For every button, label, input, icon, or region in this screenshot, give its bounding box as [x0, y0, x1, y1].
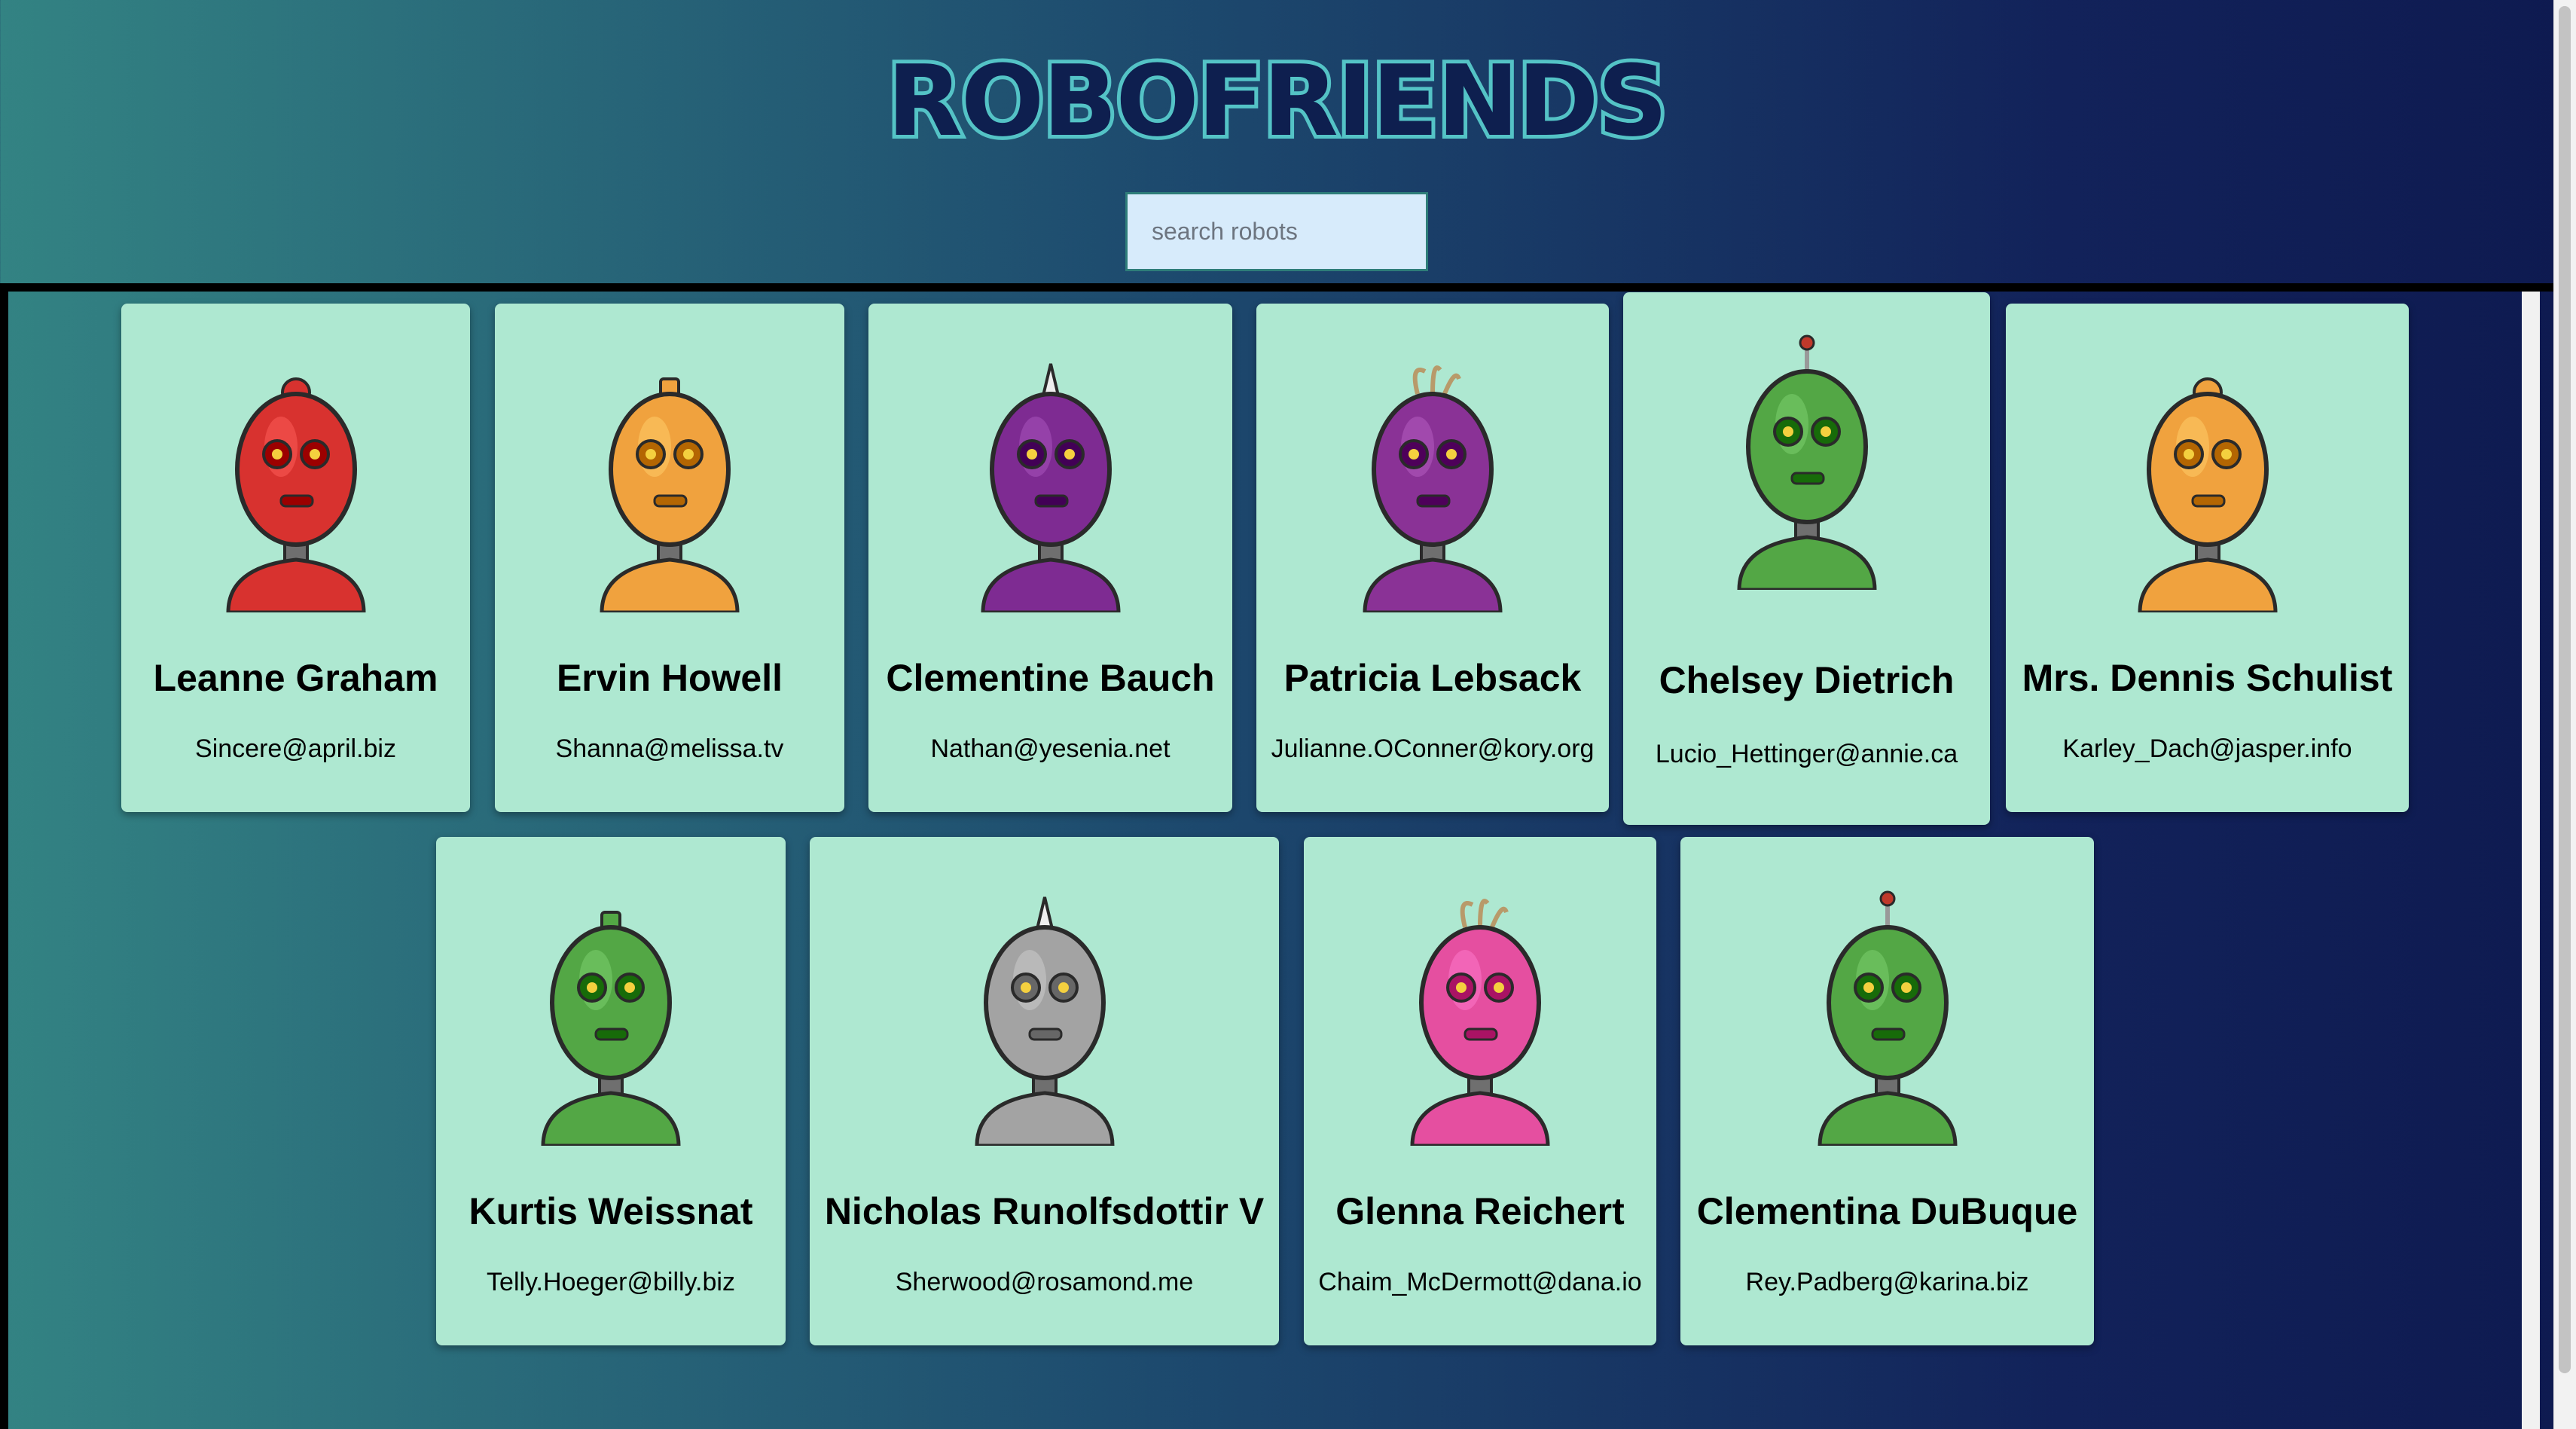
robot-name: Patricia Lebsack — [1283, 657, 1582, 699]
robot-card[interactable]: Mrs. Dennis Schulist Karley_Dach@jasper.i… — [2006, 304, 2409, 812]
card-list-scrollbar[interactable] — [2522, 292, 2540, 1429]
robot-avatar-icon — [483, 890, 739, 1148]
robot-card[interactable]: Chelsey Dietrich Lucio_Hettinger@annie.ca — [1623, 292, 1990, 825]
header-divider — [0, 283, 2553, 292]
robot-name: Clementine Bauch — [886, 657, 1215, 699]
robot-name: Glenna Reichert — [1335, 1190, 1625, 1232]
robot-avatar-icon — [1679, 334, 1935, 592]
robot-email: Sincere@april.biz — [195, 734, 396, 763]
page-scrollbar-thumb[interactable] — [2559, 6, 2571, 1373]
app-title: ROBOFRIENDS — [0, 40, 2553, 162]
app-title-text: ROBOFRIENDS — [884, 40, 1672, 162]
robot-email: Lucio_Hettinger@annie.ca — [1655, 740, 1958, 768]
robot-email: Shanna@melissa.tv — [555, 734, 784, 763]
robot-avatar-icon — [923, 356, 1179, 615]
robot-name: Kurtis Weissnat — [469, 1190, 753, 1232]
robot-email: Julianne.OConner@kory.org — [1271, 734, 1595, 763]
robot-avatar-icon — [1760, 890, 2016, 1148]
robot-name: Chelsey Dietrich — [1659, 659, 1955, 701]
robot-card[interactable]: Ervin Howell Shanna@melissa.tv — [495, 304, 844, 812]
robot-email: Chaim_McDermott@dana.io — [1318, 1268, 1642, 1296]
scroll-container-border — [0, 292, 8, 1429]
robot-avatar-icon — [168, 356, 424, 615]
robot-card[interactable]: Clementine Bauch Nathan@yesenia.net — [868, 304, 1232, 812]
robot-avatar-icon — [542, 356, 798, 615]
robot-name: Ervin Howell — [556, 657, 783, 699]
robot-card[interactable]: Kurtis Weissnat Telly.Hoeger@billy.biz — [436, 837, 786, 1345]
robot-card[interactable]: Nicholas Runolfsdottir V Sherwood@rosamon… — [810, 837, 1279, 1345]
robot-name: Leanne Graham — [153, 657, 438, 699]
robot-card[interactable]: Patricia Lebsack Julianne.OConner@kory.or… — [1256, 304, 1609, 812]
page-scrollbar[interactable] — [2553, 0, 2576, 1429]
robot-avatar-icon — [1305, 356, 1561, 615]
robot-name: Clementina DuBuque — [1696, 1190, 2078, 1232]
robot-name: Mrs. Dennis Schulist — [2022, 657, 2393, 699]
robot-card[interactable]: Clementina DuBuque Rey.Padberg@karina.biz — [1680, 837, 2094, 1345]
robot-card[interactable]: Leanne Graham Sincere@april.biz — [121, 304, 470, 812]
app-header: ROBOFRIENDS — [0, 0, 2553, 285]
robot-email: Nathan@yesenia.net — [930, 734, 1170, 763]
robot-name: Nicholas Runolfsdottir V — [824, 1190, 1265, 1232]
robot-email: Sherwood@rosamond.me — [895, 1268, 1194, 1296]
search-input[interactable] — [1125, 192, 1428, 271]
robot-email: Rey.Padberg@karina.biz — [1745, 1268, 2029, 1296]
robot-email: Telly.Hoeger@billy.biz — [487, 1268, 735, 1296]
robot-avatar-icon — [917, 890, 1173, 1148]
robot-avatar-icon — [1352, 890, 1608, 1148]
robot-card[interactable]: Glenna Reichert Chaim_McDermott@dana.io — [1304, 837, 1656, 1345]
robot-avatar-icon — [2080, 356, 2336, 615]
robot-email: Karley_Dach@jasper.info — [2062, 734, 2352, 763]
